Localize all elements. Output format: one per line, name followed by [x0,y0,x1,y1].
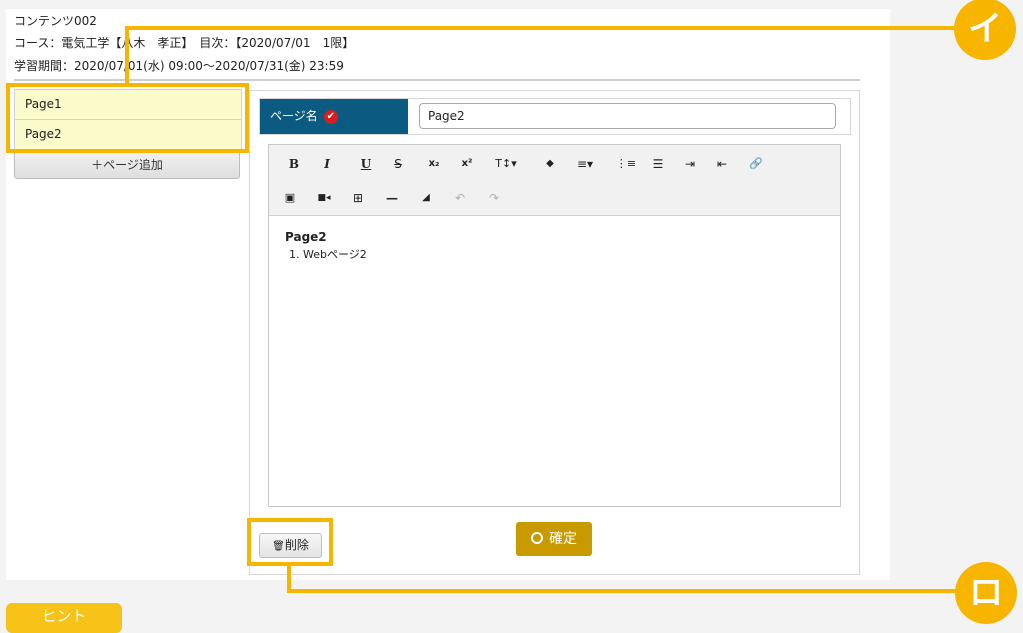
superscript-icon[interactable]: x² [456,153,478,175]
page-name-label: ページ名 ✔ [260,99,408,134]
content-heading: Page2 [285,230,327,244]
rich-text-editor: B I U S x₂ x² T↕▾ ◆ ≡▾ ⋮≡ ☰ ⇥ ⇤ 🔗 ▣ ■◂ ⊞… [268,144,841,507]
highlight-delete-button [247,518,333,566]
undo-icon[interactable]: ↶ [449,187,471,209]
editor-toolbar: B I U S x₂ x² T↕▾ ◆ ≡▾ ⋮≡ ☰ ⇥ ⇤ 🔗 ▣ ■◂ ⊞… [269,145,840,216]
add-page-button[interactable]: ＋ページ追加 [14,150,240,179]
callout-a-badge: イ [954,0,1016,60]
page-name-input[interactable] [419,103,836,129]
page-name-row: ページ名 ✔ [259,98,851,135]
callout-a-connector-vertical [125,26,129,84]
confirm-button-label: 確定 [549,531,577,547]
header-divider [14,79,860,81]
callout-a-connector-horizontal [125,26,955,30]
content-title: コンテンツ002 [14,14,97,28]
confirm-button[interactable]: 確定 [516,522,592,556]
callout-b-connector-vertical [287,565,291,592]
subscript-icon[interactable]: x₂ [423,153,445,175]
font-size-icon[interactable]: T↕▾ [489,153,523,175]
unordered-list-icon[interactable]: ☰ [647,153,669,175]
content-list-item: 1. Webページ2 [289,248,367,261]
callout-b-badge: ロ [955,562,1017,624]
text-color-icon[interactable]: ◆ [539,153,561,175]
bold-icon[interactable]: B [283,153,305,175]
circle-icon [531,532,543,544]
italic-icon[interactable]: I [316,153,338,175]
align-icon[interactable]: ≡▾ [569,153,601,175]
hint-button[interactable]: ヒント [6,603,122,633]
page-name-label-text: ページ名 [270,109,318,123]
video-icon[interactable]: ■◂ [313,187,335,209]
course-line: コース：電気工学【八木 孝正】 目次：【2020/07/01 1限】 [14,36,355,50]
required-check-icon: ✔ [323,109,338,124]
image-icon[interactable]: ▣ [279,187,301,209]
horizontal-rule-icon[interactable]: — [381,187,403,209]
underline-icon[interactable]: U [355,153,377,175]
table-icon[interactable]: ⊞ [347,187,369,209]
period-line: 学習期間：2020/07/01(水) 09:00〜2020/07/31(金) 2… [14,59,344,73]
ordered-list-icon[interactable]: ⋮≡ [615,153,637,175]
redo-icon[interactable]: ↷ [483,187,505,209]
callout-b-connector-horizontal [287,589,959,593]
strikethrough-icon[interactable]: S [387,153,409,175]
outdent-icon[interactable]: ⇤ [711,153,733,175]
editor-content-area[interactable]: Page2 1. Webページ2 [269,216,840,506]
highlight-page-list [6,83,249,153]
indent-icon[interactable]: ⇥ [679,153,701,175]
eraser-icon[interactable]: ◢ [415,187,437,209]
link-icon[interactable]: 🔗 [745,153,767,175]
